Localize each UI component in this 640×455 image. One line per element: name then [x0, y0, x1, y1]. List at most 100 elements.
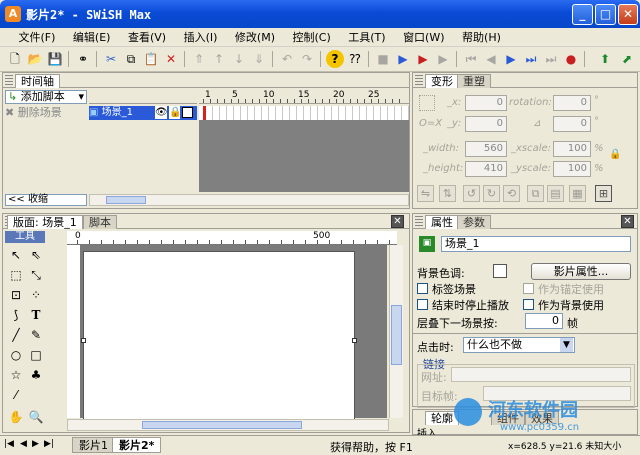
play-scene-icon[interactable]: ▶	[414, 50, 432, 68]
eyedropper-tool-icon[interactable]: ⁄	[7, 386, 25, 404]
scroll-thumb[interactable]	[391, 305, 402, 365]
crop-tool-icon[interactable]: ⊡	[7, 286, 25, 304]
grip-icon[interactable]	[415, 75, 423, 85]
next-scene-icon[interactable]: ⏭	[522, 50, 540, 68]
url-input[interactable]	[451, 367, 631, 382]
grip-icon[interactable]	[415, 216, 423, 226]
stop-at-end-checkbox[interactable]	[417, 299, 428, 310]
movie-properties-button[interactable]: 影片属性...	[531, 263, 631, 280]
tab-effects[interactable]: 效果	[525, 411, 559, 425]
export-swf-icon[interactable]: ⬆	[596, 50, 614, 68]
on-click-select[interactable]: 什么也不做 ▼	[463, 337, 575, 353]
menu-help[interactable]: 帮助(H)	[455, 28, 508, 47]
subselect-tool-icon[interactable]: ⇖	[27, 246, 45, 264]
as-anchor-checkbox[interactable]	[523, 283, 534, 294]
line-tool-icon[interactable]: ╱	[7, 326, 25, 344]
tab-outline[interactable]: 轮廓	[425, 411, 459, 425]
find-icon[interactable]: ⚭	[74, 50, 92, 68]
maximize-button[interactable]: □	[595, 4, 616, 25]
save-icon[interactable]: 💾	[46, 50, 64, 68]
target-select[interactable]	[483, 386, 631, 401]
width-field[interactable]: 560	[465, 141, 507, 157]
scene-row[interactable]: ▣ 场景_1 👁 🔒	[89, 106, 197, 120]
tab-movie1[interactable]: 影片1	[72, 437, 115, 453]
fit-icon[interactable]: ⊞	[595, 185, 612, 202]
first-frame-icon[interactable]: ⏮	[462, 50, 480, 68]
add-script-dropdown[interactable]: ↳ 添加脚本 ▾	[5, 90, 87, 104]
open-folder-icon[interactable]: 📂	[26, 50, 44, 68]
outline-icon[interactable]	[182, 107, 193, 118]
bg-color-swatch[interactable]	[493, 264, 507, 278]
zoom-tool-icon[interactable]: 🔍	[27, 408, 45, 426]
export-html-icon[interactable]: ⬈	[618, 50, 636, 68]
redo-icon[interactable]: ↷	[298, 50, 316, 68]
scroll-thumb[interactable]	[142, 421, 302, 429]
stop-icon[interactable]: ■	[374, 50, 392, 68]
tab-movie2[interactable]: 影片2*	[112, 437, 162, 453]
bring-front-icon[interactable]: ⇑	[190, 50, 208, 68]
menu-insert[interactable]: 插入(I)	[177, 28, 225, 47]
rotate-right-icon[interactable]: ↻	[483, 185, 500, 202]
tab-properties[interactable]: 属性	[425, 215, 459, 229]
frame-row[interactable]	[199, 106, 409, 120]
help-icon[interactable]: ?	[326, 50, 344, 68]
tab-parameters[interactable]: 参数	[457, 215, 491, 229]
selection-handle[interactable]	[81, 338, 86, 343]
first-movie-icon[interactable]: |◀	[4, 439, 14, 449]
lock-icon[interactable]: 🔒	[169, 106, 181, 119]
skew-field[interactable]: 0	[553, 116, 591, 132]
transform-tool-icon[interactable]: ⤡	[27, 266, 45, 284]
visibility-icon[interactable]: 👁	[155, 106, 168, 119]
motion-path-tool-icon[interactable]: ⟆	[7, 306, 25, 324]
menu-control[interactable]: 控制(C)	[285, 28, 337, 47]
pencil-tool-icon[interactable]: ✎	[27, 326, 45, 344]
tab-layout[interactable]: 版面: 场景_1	[7, 215, 83, 229]
last-movie-icon[interactable]: ▶|	[44, 439, 54, 449]
rotate-180-icon[interactable]: ⟲	[503, 185, 520, 202]
autoshape-tool-icon[interactable]: ♣	[27, 366, 45, 384]
menu-file[interactable]: 文件(F)	[12, 28, 63, 47]
step-forward-icon[interactable]: ▶	[502, 50, 520, 68]
vertical-scrollbar[interactable]	[389, 245, 403, 418]
yscale-field[interactable]: 100	[553, 161, 591, 177]
play-effect-icon[interactable]: ▶	[434, 50, 452, 68]
play-icon[interactable]: ▶	[394, 50, 412, 68]
prev-frame-icon[interactable]: ◀	[482, 50, 500, 68]
hand-tool-icon[interactable]: ✋	[7, 408, 25, 426]
menu-edit[interactable]: 编辑(E)	[66, 28, 118, 47]
delete-icon[interactable]: ✕	[162, 50, 180, 68]
tab-components[interactable]: 组件	[491, 411, 525, 425]
minimize-button[interactable]: _	[572, 4, 593, 25]
rectangle-tool-icon[interactable]: □	[27, 346, 45, 364]
tab-script[interactable]: 脚本	[83, 215, 117, 229]
record-icon[interactable]: ●	[562, 50, 580, 68]
prev-movie-icon[interactable]: ◀	[20, 439, 27, 449]
send-back-icon[interactable]: ⇓	[250, 50, 268, 68]
new-file-icon[interactable]: 🗋	[6, 50, 24, 68]
y-field[interactable]: 0	[465, 116, 507, 132]
cut-icon[interactable]: ✂	[102, 50, 120, 68]
bring-forward-icon[interactable]: ↑	[210, 50, 228, 68]
copy-icon[interactable]: ⧉	[122, 50, 140, 68]
star-tool-icon[interactable]: ☆	[7, 366, 25, 384]
next-movie-icon[interactable]: ▶	[32, 439, 39, 449]
ellipse-tool-icon[interactable]: ○	[7, 346, 25, 364]
last-frame-icon[interactable]: ⏭	[542, 50, 560, 68]
paste-transform-icon[interactable]: ▤	[547, 185, 564, 202]
x-field[interactable]: 0	[465, 95, 507, 111]
horizontal-scrollbar[interactable]	[67, 419, 389, 431]
grid-icon[interactable]: ▦	[569, 185, 586, 202]
undo-icon[interactable]: ↶	[278, 50, 296, 68]
paste-icon[interactable]: 📋	[142, 50, 160, 68]
rotate-left-icon[interactable]: ↺	[463, 185, 480, 202]
marquee-tool-icon[interactable]: ⬚	[7, 266, 25, 284]
menu-tools[interactable]: 工具(T)	[341, 28, 392, 47]
stage-canvas[interactable]	[81, 251, 357, 424]
scroll-thumb[interactable]	[106, 196, 146, 204]
link-lock-icon[interactable]: 🔒	[609, 149, 621, 160]
context-help-icon[interactable]: ⁇	[346, 50, 364, 68]
stage-canvas-area[interactable]	[81, 245, 387, 424]
stack-frames-input[interactable]: 0	[525, 313, 563, 329]
timeline-scrollbar[interactable]	[89, 194, 409, 206]
chevron-down-icon[interactable]: ▼	[560, 338, 573, 352]
